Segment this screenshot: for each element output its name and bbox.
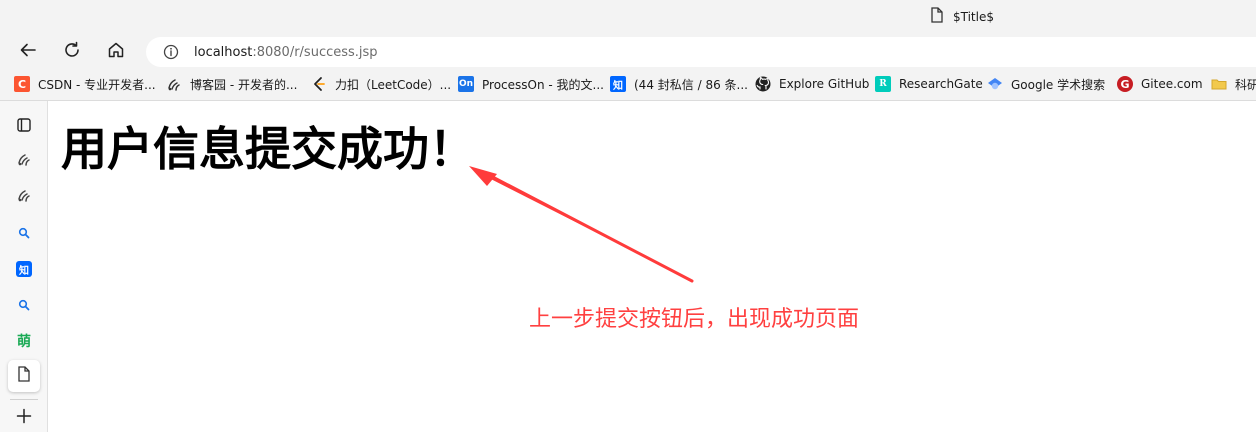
- csdn-icon: C: [14, 76, 30, 92]
- sidebar-divider: [10, 399, 38, 400]
- bookmark-label: Gitee.com: [1141, 77, 1203, 91]
- sidebar-item-mengzi[interactable]: 萌: [12, 329, 36, 353]
- mengzi-icon: 萌: [17, 334, 31, 350]
- researchgate-icon: R: [875, 76, 891, 92]
- bookmark-label: (44 封私信 / 86 条...: [634, 77, 748, 92]
- cnblogs-icon: [166, 76, 182, 92]
- bookmarks-bar: C CSDN - 专业开发者... 博客园 - 开发者的... 力扣（LeetC…: [0, 68, 1256, 100]
- tabs-icon: [16, 117, 32, 137]
- sidebar-item-cnblogs[interactable]: [12, 149, 36, 173]
- url-host: localhost: [194, 44, 253, 60]
- back-arrow-icon: [19, 41, 37, 63]
- sidebar-item-search-2[interactable]: [12, 293, 36, 317]
- sidebar-item-zhihu[interactable]: 知: [12, 257, 36, 281]
- add-icon: [16, 408, 32, 428]
- address-bar[interactable]: localhost:8080/r/success.jsp: [146, 37, 1256, 67]
- reload-icon: [63, 41, 81, 63]
- zhihu-icon: 知: [610, 76, 626, 92]
- sidebar-item-cnblogs-2[interactable]: [12, 185, 36, 209]
- bookmark-researchgate[interactable]: R ResearchGate: [875, 75, 983, 93]
- search-icon: [18, 296, 30, 315]
- bookmark-label: Explore GitHub: [779, 77, 870, 91]
- processon-icon: On: [458, 76, 474, 92]
- bookmark-label: 科研: [1235, 77, 1256, 92]
- url-path: :8080/r/success.jsp: [252, 44, 378, 60]
- search-icon: [18, 224, 30, 243]
- bookmark-zhihu[interactable]: 知 (44 封私信 / 86 条...: [610, 75, 748, 93]
- cnblogs-icon: [16, 151, 32, 171]
- bookmark-label: ProcessOn - 我的文...: [482, 77, 604, 92]
- page-content: 用户信息提交成功！ 上一步提交按钮后，出现成功页面: [49, 101, 1256, 432]
- navigation-bar: localhost:8080/r/success.jsp: [0, 34, 1256, 68]
- back-button[interactable]: [14, 38, 42, 66]
- tab-title: $Title$: [953, 10, 994, 24]
- sidebar-item-tabs[interactable]: [12, 115, 36, 139]
- sidebar-add-button[interactable]: [12, 406, 36, 430]
- home-icon: [107, 41, 125, 63]
- bookmark-leetcode[interactable]: 力扣（LeetCode）...: [311, 75, 451, 93]
- folder-icon: [1211, 76, 1227, 92]
- bookmark-label: Google 学术搜索: [1011, 77, 1106, 92]
- bookmark-processon[interactable]: On ProcessOn - 我的文...: [458, 75, 604, 93]
- annotation-arrow: [469, 166, 694, 283]
- bookmark-gitee[interactable]: G Gitee.com: [1117, 75, 1203, 93]
- bookmark-google-scholar[interactable]: Google 学术搜索: [987, 75, 1105, 93]
- sidebar-item-page[interactable]: [8, 360, 40, 392]
- active-tab[interactable]: $Title$: [930, 7, 994, 27]
- bookmark-label: 博客园 - 开发者的...: [190, 77, 298, 92]
- gitee-icon: G: [1117, 76, 1133, 92]
- zhihu-icon: 知: [16, 261, 32, 277]
- url-text[interactable]: localhost:8080/r/success.jsp: [194, 45, 378, 60]
- home-button[interactable]: [102, 38, 130, 66]
- bookmark-cnblogs[interactable]: 博客园 - 开发者的...: [166, 75, 297, 93]
- google-scholar-icon: [987, 76, 1003, 92]
- bookmark-label: ResearchGate: [899, 77, 983, 91]
- annotation-text: 上一步提交按钮后，出现成功页面: [529, 307, 860, 332]
- bookmark-csdn[interactable]: C CSDN - 专业开发者...: [14, 75, 156, 93]
- reload-button[interactable]: [58, 38, 86, 66]
- page-icon: [930, 7, 944, 27]
- bookmark-folder[interactable]: 科研: [1211, 75, 1256, 93]
- cnblogs-icon: [16, 187, 32, 207]
- window-title-bar: $Title$: [0, 0, 1256, 34]
- bookmark-label: CSDN - 专业开发者...: [38, 77, 156, 92]
- bookmark-label: 力扣（LeetCode）...: [335, 77, 452, 92]
- info-icon[interactable]: [162, 43, 180, 61]
- page-icon: [17, 366, 31, 386]
- bookmark-github[interactable]: Explore GitHub: [755, 75, 869, 93]
- sidebar-item-search[interactable]: [12, 221, 36, 245]
- github-icon: [755, 76, 771, 92]
- leetcode-icon: [311, 76, 327, 92]
- side-panel: 知 萌: [0, 101, 48, 432]
